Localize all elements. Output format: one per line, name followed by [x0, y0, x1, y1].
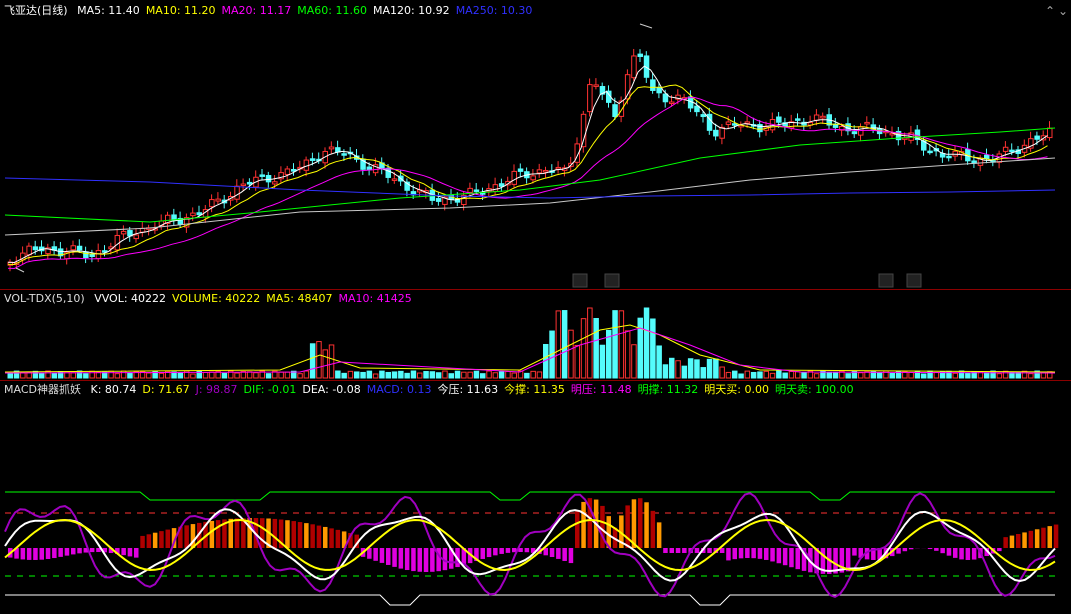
vol-legend-2: MA5: 48407: [266, 292, 333, 305]
ma-legend-0: MA5: 11.40: [77, 4, 140, 17]
event-tag-box-0: [572, 273, 588, 288]
ma60-line: [4, 127, 1056, 223]
low-marker: [15, 267, 25, 273]
indicator-header: MACD神器抓妖 K: 80.74 D: 71.67 J: 98.87 DIF: -0…: [4, 383, 866, 397]
upper-band-line: [5, 491, 1055, 501]
volume-title: VOL-TDX(5,10): [4, 292, 85, 305]
ma-legend-1: MA10: 11.20: [145, 4, 216, 17]
ma-legend-4: MA120: 10.92: [372, 4, 450, 17]
indicator-legend-7: 今撑: 11.35: [504, 383, 565, 396]
indicator-legend-2: J: 98.87: [195, 383, 238, 396]
event-tag-box-1: [604, 273, 620, 288]
indicator-legend-10: 明天买: 0.00: [704, 383, 769, 396]
indicator-title: MACD神器抓妖: [4, 383, 81, 396]
ma-legend-3: MA60: 11.60: [297, 4, 367, 17]
lower-band-line: [5, 594, 1055, 606]
ma-legend-5: MA250: 10.30: [455, 4, 533, 17]
vol-legend-1: VOLUME: 40222: [172, 292, 261, 305]
vol-legend-0: VVOL: 40222: [94, 292, 167, 305]
vol-ma10-line: [4, 327, 1056, 374]
panel-divider-price: [0, 289, 1071, 290]
main-header: 飞亚达(日线) MA5: 11.40 MA10: 11.20 MA20: 11.17…: [4, 4, 544, 18]
indicator-legend-11: 明天卖: 100.00: [774, 383, 854, 396]
indicator-legend-4: DEA: -0.08: [302, 383, 361, 396]
high-marker: [639, 23, 653, 29]
volume-header: VOL-TDX(5,10) VVOL: 40222 VOLUME: 40222 MA…: [4, 292, 424, 306]
indicator-legend-6: 今压: 11.63: [437, 383, 499, 396]
ma-legend-2: MA20: 11.17: [221, 4, 292, 17]
event-tag-box-3: [906, 273, 922, 288]
collapse-icon[interactable]: ⌃: [1045, 4, 1055, 18]
indicator-legend-0: K: 80.74: [90, 383, 137, 396]
indicator-legend-3: DIF: -0.01: [243, 383, 297, 396]
indicator-legend-8: 明压: 11.48: [570, 383, 632, 396]
indicator-legend-9: 明撑: 11.32: [637, 383, 699, 396]
indicator-legend-5: MACD: 0.13: [366, 383, 432, 396]
event-tag-box-2: [878, 273, 894, 288]
candles: [7, 48, 1053, 272]
ma5-line: [7, 65, 1048, 264]
expand-icon[interactable]: ⌄: [1058, 4, 1068, 18]
indicator-legend-1: D: 71.67: [142, 383, 190, 396]
vol-legend-3: MA10: 41425: [338, 292, 412, 305]
stock-title: 飞亚达(日线): [4, 4, 68, 17]
vol-ma5-line: [4, 324, 1056, 373]
chart-canvas[interactable]: [0, 0, 1071, 614]
panel-divider-volume: [0, 380, 1071, 381]
